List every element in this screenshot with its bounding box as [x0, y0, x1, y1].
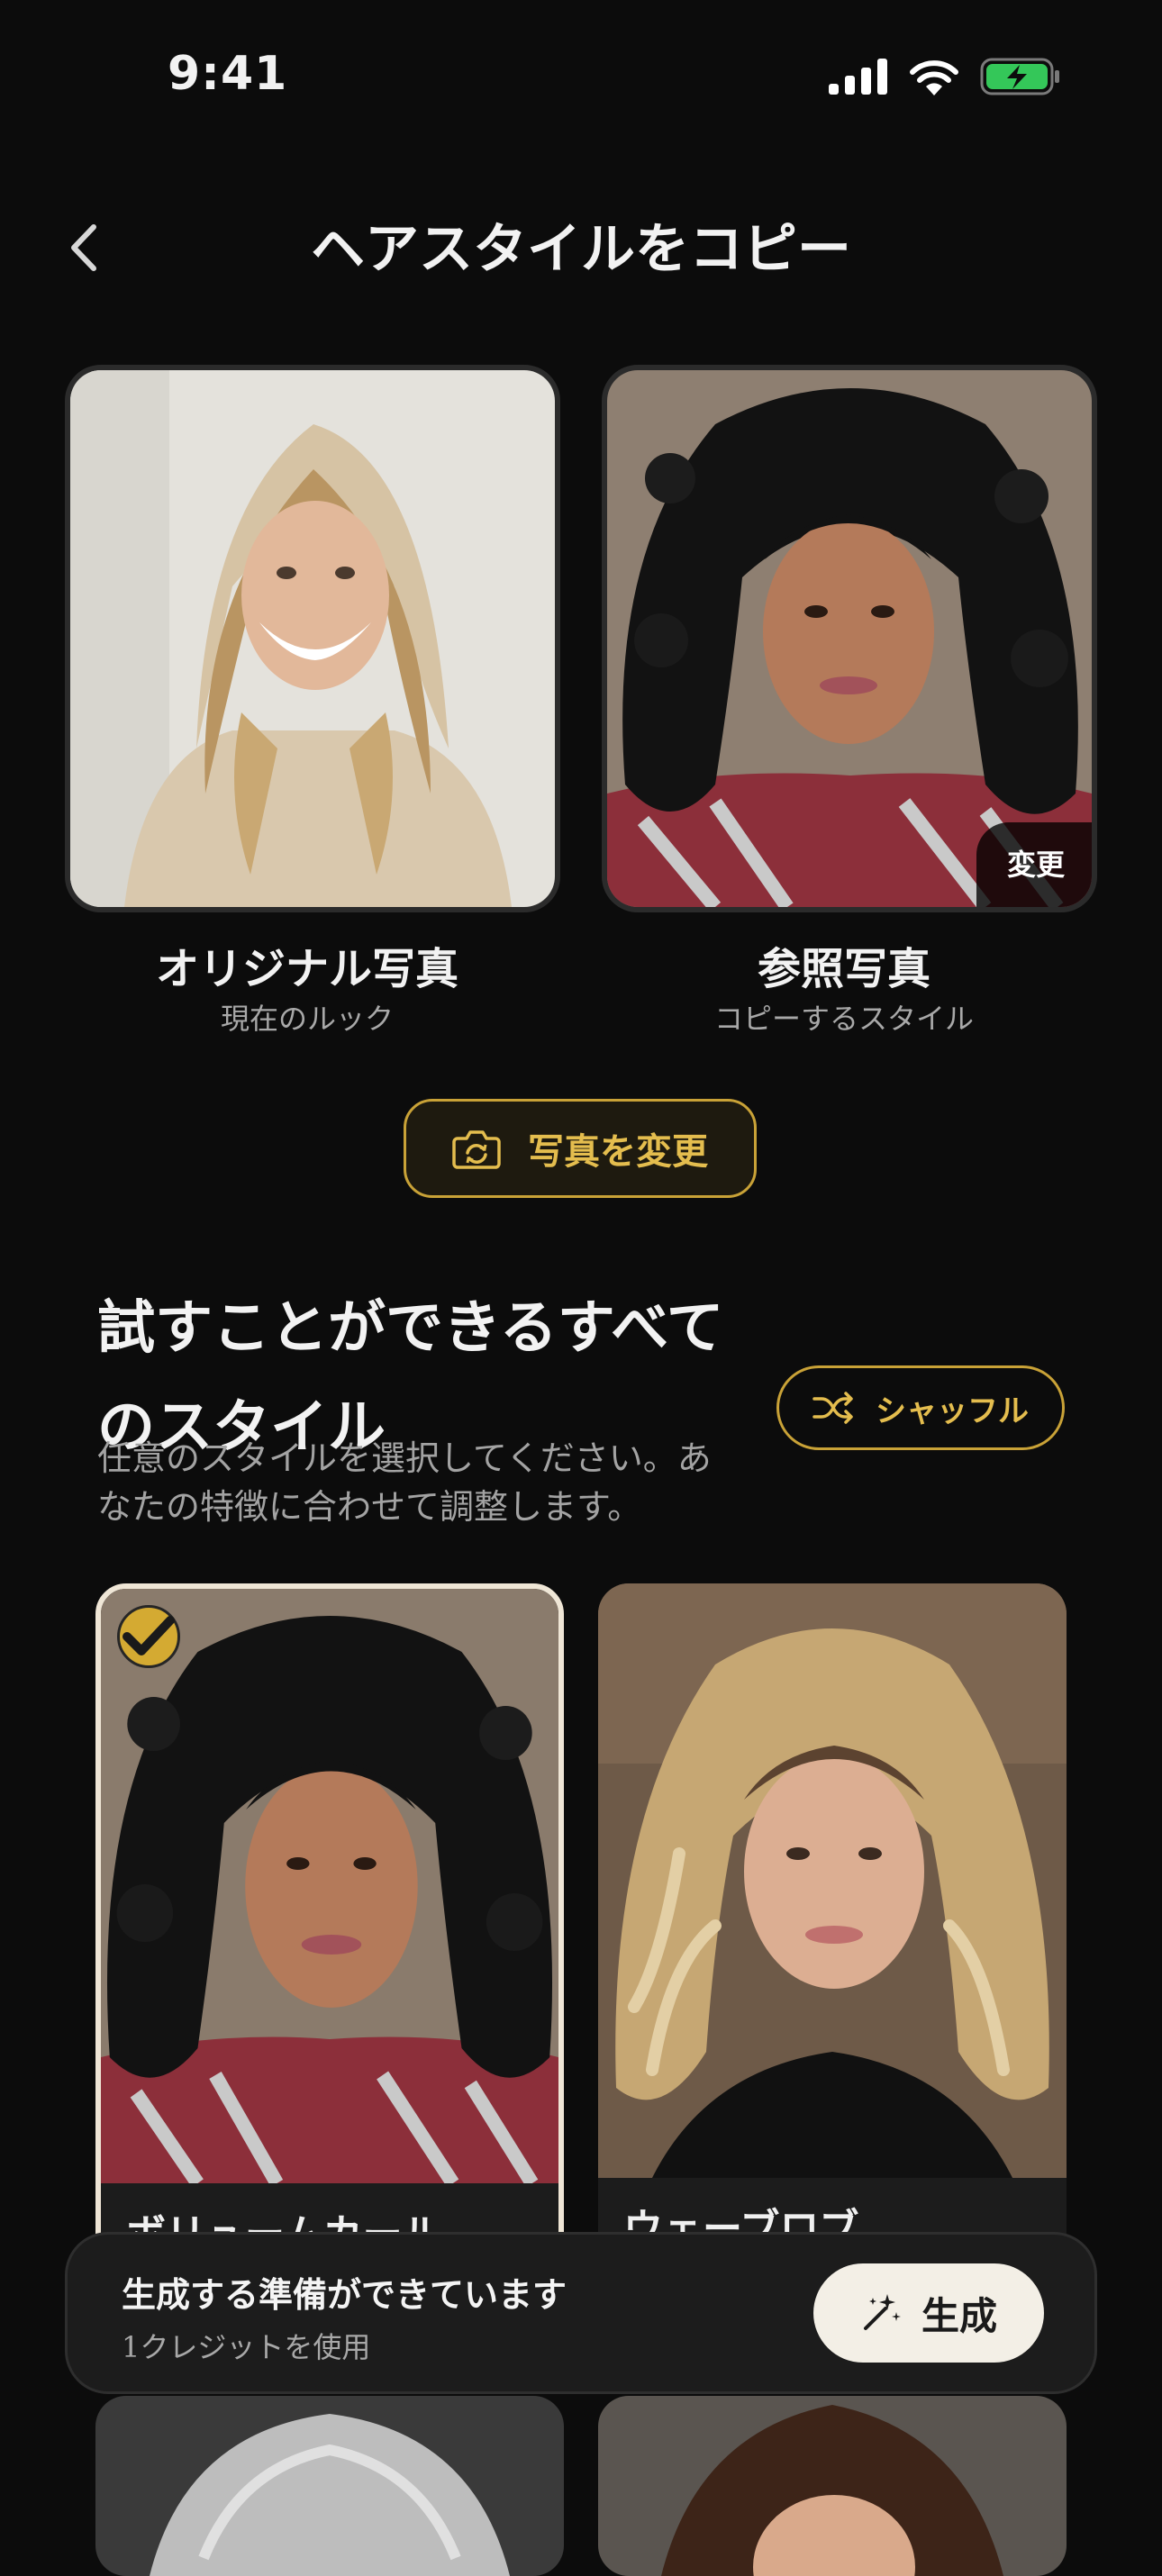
generate-ready-title: 生成する準備ができています [122, 2274, 567, 2315]
battery-icon [980, 58, 1059, 95]
style-card-volume-curls[interactable]: ボリュームカール [95, 1583, 564, 2268]
original-photo-title: オリジナル写真 [155, 944, 458, 994]
signal-icon [829, 59, 887, 95]
reference-change-chip[interactable]: 変更 [976, 822, 1092, 907]
style-image-silver-hair [95, 2396, 564, 2576]
styles-title-line-1: 試すことができるすべて [97, 1294, 724, 1362]
camera-rotate-icon [452, 1130, 501, 1169]
status-time: 9:41 [168, 47, 288, 101]
shuffle-icon [812, 1392, 853, 1424]
reference-photo-title: 参照写真 [757, 944, 931, 994]
original-photo[interactable] [65, 365, 560, 912]
original-photo-subtitle: 現在のルック [220, 1002, 394, 1036]
status-icons [829, 56, 1061, 97]
generate-button-label: 生成 [921, 2293, 997, 2338]
style-card-wave-bob[interactable]: ウェーブロブ [598, 1583, 1067, 2268]
style-image-wave-bob [598, 1583, 1067, 2178]
wifi-icon [910, 60, 958, 95]
change-photo-button[interactable]: 写真を変更 [404, 1099, 757, 1198]
style-card-peek-left[interactable] [95, 2396, 564, 2576]
styles-description-line-1: 任意のスタイルを選択してください。あ [97, 1438, 712, 1478]
generate-credit-note: 1クレジットを使用 [122, 2330, 371, 2364]
shuffle-label: シャッフル [876, 1392, 1029, 1429]
reference-photo-subtitle: コピーするスタイル [713, 1002, 974, 1036]
generate-button[interactable]: 生成 [813, 2263, 1044, 2363]
reference-photo[interactable]: 変更 [602, 365, 1097, 912]
style-image-brown-hair [598, 2396, 1067, 2576]
style-card-peek-right[interactable] [598, 2396, 1067, 2576]
generate-bar: 生成する準備ができています 1クレジットを使用 生成 [65, 2232, 1097, 2394]
styles-description-line-2: なたの特徴に合わせて調整します。 [97, 1487, 642, 1527]
original-photo-image [70, 370, 555, 907]
selected-check-badge [117, 1605, 180, 1668]
shuffle-button[interactable]: シャッフル [776, 1365, 1065, 1450]
styles-section-description: 任意のスタイルを選択してください。あ なたの特徴に合わせて調整します。 [97, 1434, 755, 1531]
checkmark-icon [123, 1616, 175, 1655]
page-title: ヘアスタイルをコピー [311, 218, 851, 281]
change-photo-label: 写真を変更 [528, 1130, 708, 1173]
magic-wand-icon [863, 2294, 901, 2330]
